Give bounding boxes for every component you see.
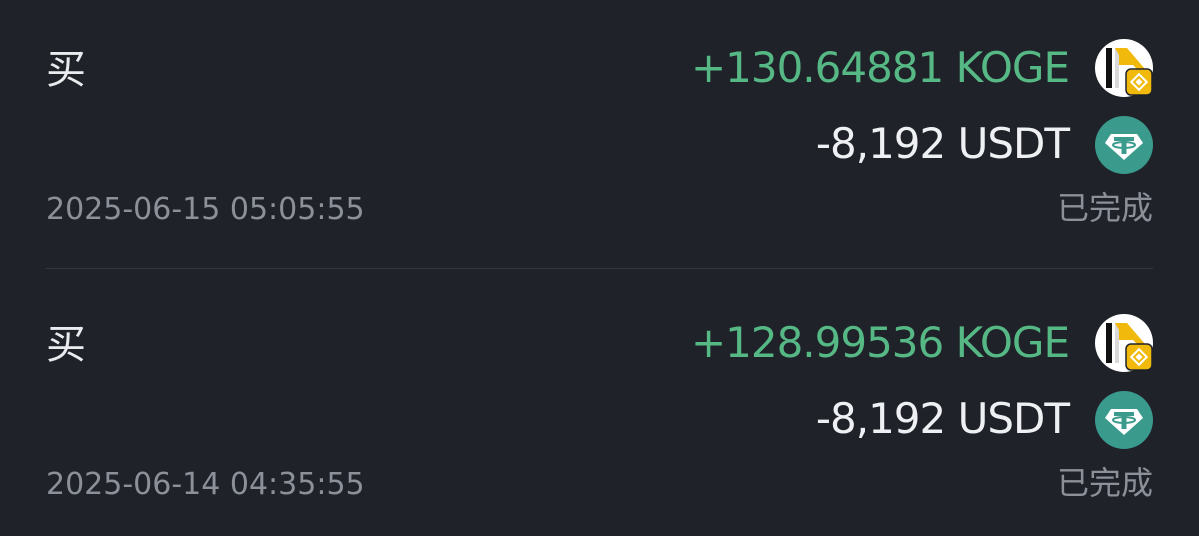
usdt-tether-icon <box>1095 116 1153 174</box>
received-amount: +128.99536 KOGE <box>690 318 1070 367</box>
trade-side-label: 买 <box>46 322 86 368</box>
trade-side-label: 买 <box>46 47 86 93</box>
divider <box>46 268 1153 269</box>
koge-bnb-token-icon <box>1095 39 1153 97</box>
transaction-item[interactable]: 买 +130.64881 KOGE -8,192 USDT 2025-06-15… <box>0 0 1199 269</box>
status-label: 已完成 <box>1056 464 1153 502</box>
transaction-timestamp: 2025-06-15 05:05:55 <box>46 192 365 227</box>
paid-amount: -8,192 USDT <box>815 119 1070 168</box>
paid-amount: -8,192 USDT <box>815 394 1070 443</box>
received-amount: +130.64881 KOGE <box>690 43 1070 92</box>
koge-bnb-token-icon <box>1095 314 1153 372</box>
status-label: 已完成 <box>1056 189 1153 227</box>
transaction-timestamp: 2025-06-14 04:35:55 <box>46 467 365 502</box>
transaction-item[interactable]: 买 +128.99536 KOGE -8,192 USDT 2025-06-14… <box>0 275 1199 525</box>
usdt-tether-icon <box>1095 391 1153 449</box>
transaction-history-list: 买 +130.64881 KOGE -8,192 USDT 2025-06-15… <box>0 0 1199 536</box>
